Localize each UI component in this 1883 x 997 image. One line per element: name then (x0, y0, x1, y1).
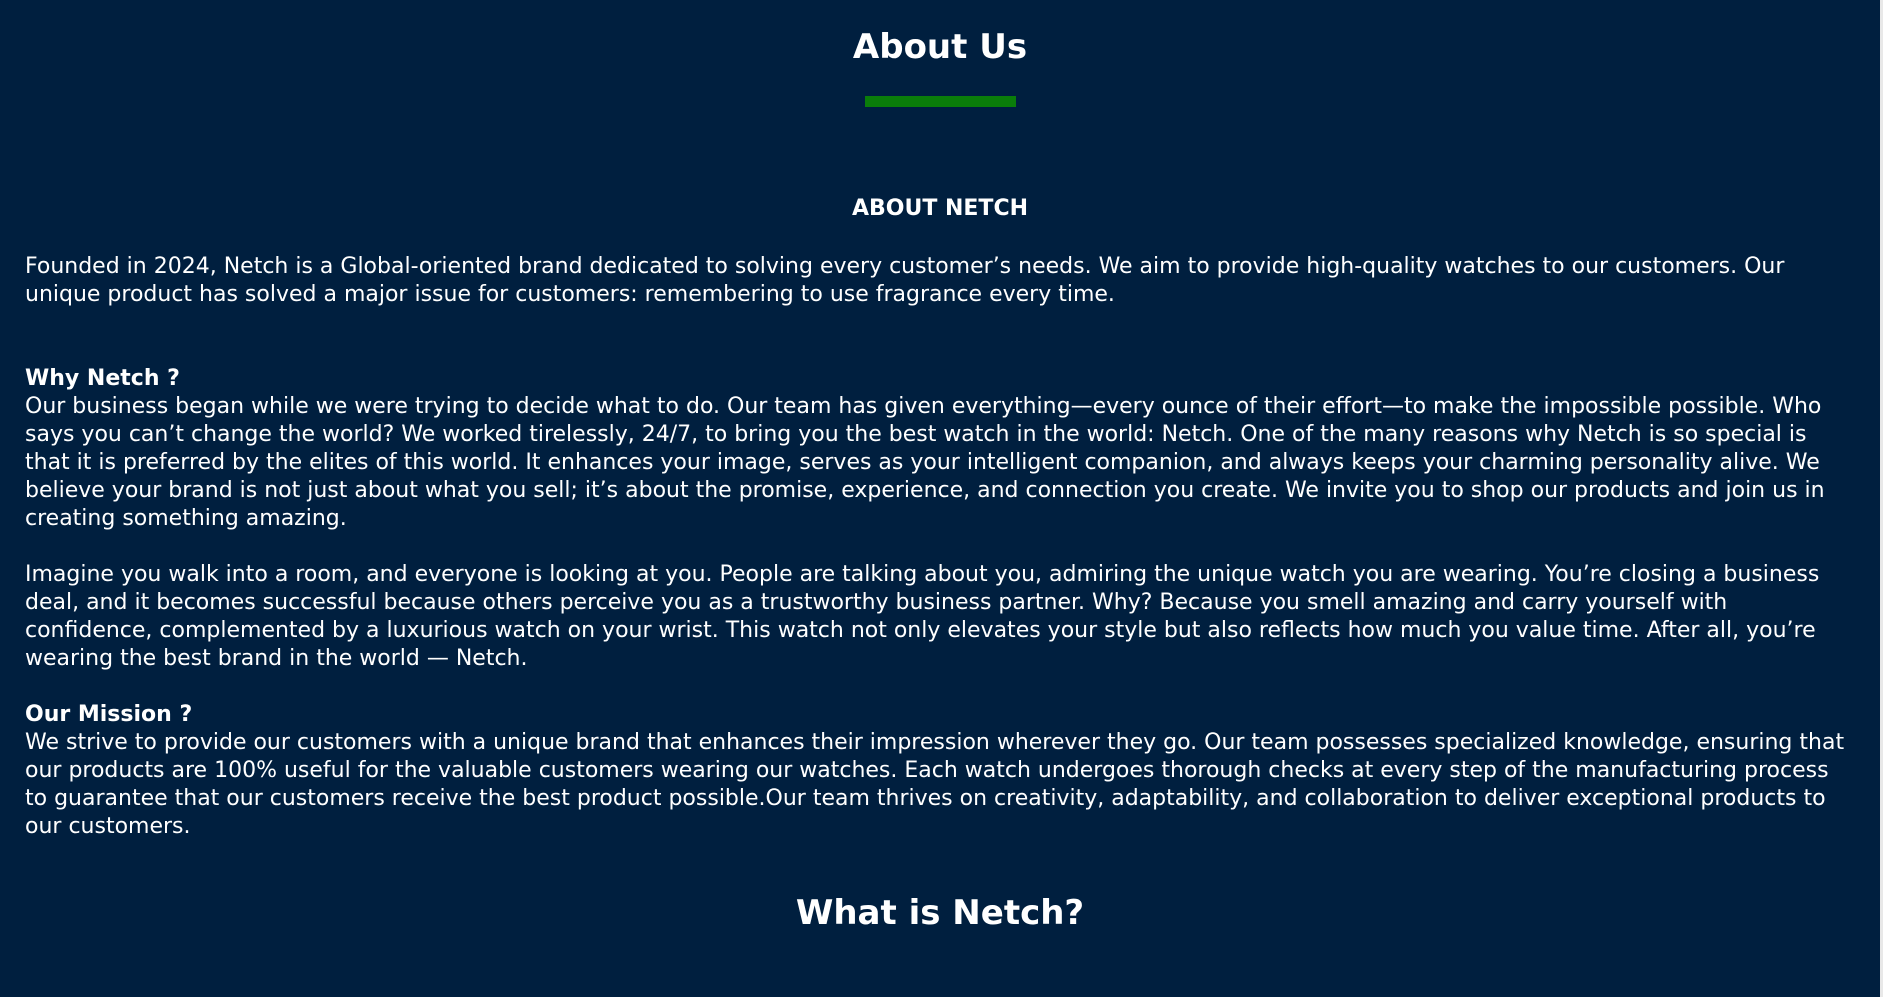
what-is-netch-heading: What is Netch? (795, 893, 1085, 933)
our-mission-heading: Our Mission ? (25, 702, 193, 727)
mission-paragraph: We strive to provide our customers with … (25, 730, 1845, 839)
title-underline (864, 96, 1016, 107)
about-page: About Us ABOUT NETCH Founded in 2024, Ne… (0, 0, 1880, 997)
about-netch-heading: ABOUT NETCH (851, 196, 1029, 221)
why-netch-heading: Why Netch ? (25, 366, 180, 391)
intro-paragraph: Founded in 2024, Netch is a Global-orien… (25, 254, 1785, 307)
why-paragraph-2: Imagine you walk into a room, and everyo… (25, 562, 1820, 671)
page-title: About Us (852, 27, 1028, 67)
why-paragraph-1: Our business began while we were trying … (25, 394, 1825, 531)
